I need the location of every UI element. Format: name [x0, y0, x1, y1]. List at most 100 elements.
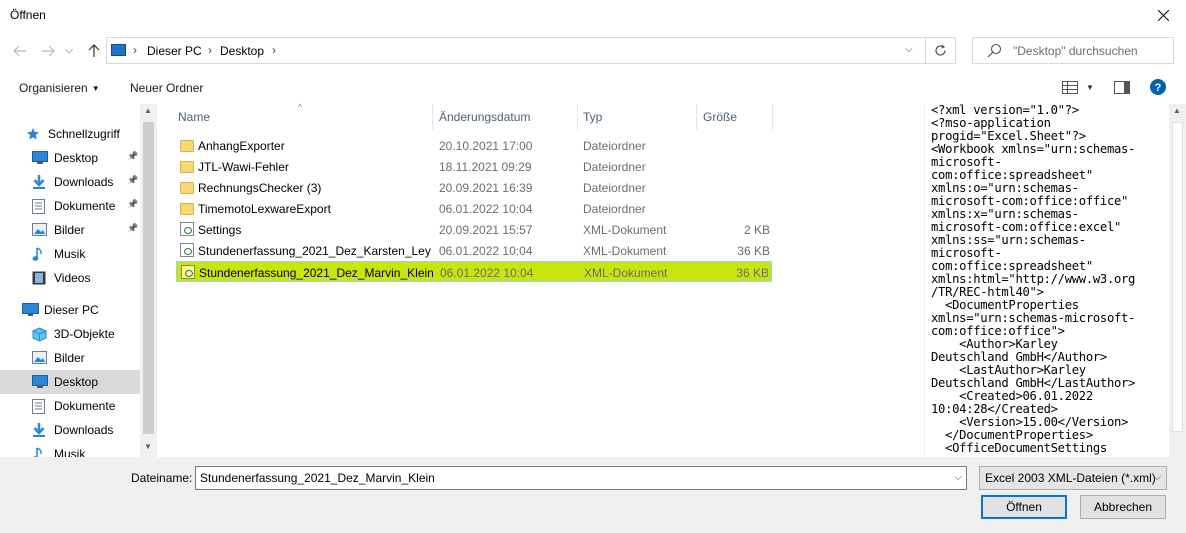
forward-button[interactable]	[38, 41, 58, 61]
file-row[interactable]: AnhangExporter 20.10.2021 17:00 Dateiordne…	[176, 135, 772, 156]
column-header-type[interactable]: Typ	[583, 104, 602, 130]
chevron-down-icon: ⌵	[1153, 472, 1161, 483]
cube-icon	[32, 327, 48, 342]
address-bar[interactable]: › Dieser PC › Desktop › ⌵	[106, 37, 926, 64]
file-row[interactable]: RechnungsChecker (3) 20.09.2021 16:39 Date…	[176, 177, 772, 198]
file-type: Dateiordner	[583, 181, 646, 195]
cancel-button[interactable]: Abbrechen	[1080, 495, 1166, 519]
sidebar-item[interactable]: Dieser PC	[0, 298, 140, 322]
sidebar-item[interactable]: Musik	[0, 442, 140, 457]
file-size: 36 KB	[736, 266, 769, 280]
recent-locations-button[interactable]	[62, 41, 76, 61]
music-note-icon	[32, 247, 48, 261]
title-bar: Öffnen	[0, 0, 1186, 31]
file-size: 2 KB	[743, 223, 770, 237]
details-view-icon	[1062, 80, 1078, 94]
sidebar-item-label: Downloads	[54, 175, 114, 189]
breadcrumb-desktop[interactable]: Desktop	[220, 44, 264, 58]
sidebar-item[interactable]: Bilder	[0, 346, 140, 370]
new-folder-button[interactable]: Neuer Ordner	[130, 81, 203, 95]
sidebar-item[interactable]: Dokumente	[0, 394, 140, 418]
close-button[interactable]	[1140, 0, 1186, 31]
address-dropdown-icon[interactable]: ⌵	[905, 44, 913, 55]
sidebar-item[interactable]: Dokumente 📌	[0, 194, 140, 218]
preview-pane-icon	[1113, 80, 1130, 94]
film-icon	[32, 271, 48, 285]
open-button[interactable]: Öffnen	[981, 495, 1067, 519]
preview-pane-button[interactable]	[1113, 80, 1130, 94]
sidebar-item[interactable]: 3D-Objekte	[0, 322, 140, 346]
preview-scroll-thumb[interactable]	[1172, 122, 1183, 432]
column-divider[interactable]	[772, 104, 773, 130]
preview-line: <OfficeDocumentSettings	[931, 441, 1107, 455]
help-button[interactable]: ?	[1149, 79, 1166, 95]
column-divider[interactable]	[432, 104, 433, 130]
file-date: 20.10.2021 17:00	[439, 139, 533, 153]
file-row[interactable]: Settings 20.09.2021 15:57 XML-Dokument 2 KB	[176, 219, 772, 240]
breadcrumb-this-pc[interactable]: Dieser PC	[147, 44, 202, 58]
file-date: 06.01.2022 10:04	[439, 244, 533, 258]
column-header-size[interactable]: Größe	[703, 104, 737, 130]
filetype-select[interactable]: Excel 2003 XML-Dateien (*.xml) ⌵	[979, 466, 1167, 490]
sidebar-item-label: Dieser PC	[44, 303, 99, 317]
file-name: TimemotoLexwareExport	[198, 202, 331, 216]
organize-menu[interactable]: Organisieren ▼	[19, 81, 100, 95]
nav-scroll-thumb[interactable]	[143, 122, 154, 434]
file-date: 06.01.2022 10:04	[440, 266, 534, 280]
chevron-down-icon[interactable]: ⌵	[954, 472, 962, 483]
sidebar-item[interactable]: Downloads 📌	[0, 170, 140, 194]
document-icon	[32, 199, 48, 214]
sidebar-item[interactable]: Bilder 📌	[0, 218, 140, 242]
sidebar-item[interactable]: Downloads	[0, 418, 140, 442]
star-icon	[26, 127, 42, 141]
nav-scrollbar[interactable]: ▲ ▼	[140, 104, 156, 457]
column-divider[interactable]	[577, 104, 578, 130]
up-button[interactable]	[84, 41, 104, 61]
refresh-button[interactable]	[926, 37, 956, 64]
file-type: XML-Dokument	[583, 244, 667, 258]
filename-value[interactable]: Stundenerfassung_2021_Dez_Marvin_Klein	[200, 471, 435, 485]
download-arrow-icon	[32, 175, 48, 189]
file-size: 36 KB	[737, 244, 770, 258]
sidebar-item-label: Schnellzugriff	[48, 127, 120, 141]
sidebar-item[interactable]: Videos	[0, 266, 140, 290]
file-date: 20.09.2021 15:57	[439, 223, 533, 237]
chevron-down-icon	[65, 48, 73, 54]
help-icon: ?	[1149, 79, 1166, 95]
computer-icon	[22, 303, 39, 317]
preview-scrollbar[interactable]: ▲	[1169, 104, 1186, 457]
sidebar-item[interactable]: Desktop 📌	[0, 146, 140, 170]
sidebar-item-label: Dokumente	[54, 399, 116, 413]
file-type: Dateiordner	[583, 139, 646, 153]
sidebar-item[interactable]: Desktop	[0, 370, 140, 394]
desktop-icon	[32, 151, 48, 165]
sidebar-item[interactable]: Schnellzugriff	[0, 122, 140, 146]
file-type: Dateiordner	[583, 202, 646, 216]
sidebar-item-label: Musik	[54, 447, 86, 457]
folder-icon	[180, 203, 194, 215]
view-options-button[interactable]: ▼	[1062, 80, 1094, 94]
file-row[interactable]: Stundenerfassung_2021_Dez_Marvin_Klein 06…	[176, 261, 772, 282]
breadcrumb-separator-icon[interactable]: ›	[208, 43, 212, 57]
column-header-date[interactable]: Änderungsdatum	[439, 104, 530, 130]
navigation-bar: › Dieser PC › Desktop › ⌵ "Desktop" durc…	[0, 33, 1186, 69]
column-header-name[interactable]: Name	[178, 104, 210, 130]
sidebar-item[interactable]: Musik	[0, 242, 140, 266]
back-button[interactable]	[10, 41, 30, 61]
scroll-up-icon[interactable]: ▲	[1173, 106, 1181, 115]
scroll-down-icon[interactable]: ▼	[144, 442, 152, 451]
breadcrumb-separator-icon[interactable]: ›	[272, 43, 276, 57]
search-input[interactable]: "Desktop" durchsuchen	[972, 37, 1174, 64]
scroll-up-icon[interactable]: ▲	[144, 106, 152, 115]
breadcrumb-separator-icon[interactable]: ›	[133, 43, 137, 57]
file-row[interactable]: TimemotoLexwareExport 06.01.2022 10:04 Dat…	[176, 198, 772, 219]
computer-icon	[111, 44, 126, 56]
file-type: Dateiordner	[583, 160, 646, 174]
filename-field[interactable]: Stundenerfassung_2021_Dez_Marvin_Klein ⌵	[195, 466, 967, 490]
column-divider[interactable]	[696, 104, 697, 130]
file-row[interactable]: Stundenerfassung_2021_Dez_Karsten_Ley 06.…	[176, 240, 772, 261]
pin-icon: 📌	[127, 199, 139, 209]
sidebar-item-label: Desktop	[54, 151, 99, 165]
desktop-icon	[32, 375, 48, 389]
file-row[interactable]: JTL-Wawi-Fehler 18.11.2021 09:29 Dateiordn…	[176, 156, 772, 177]
